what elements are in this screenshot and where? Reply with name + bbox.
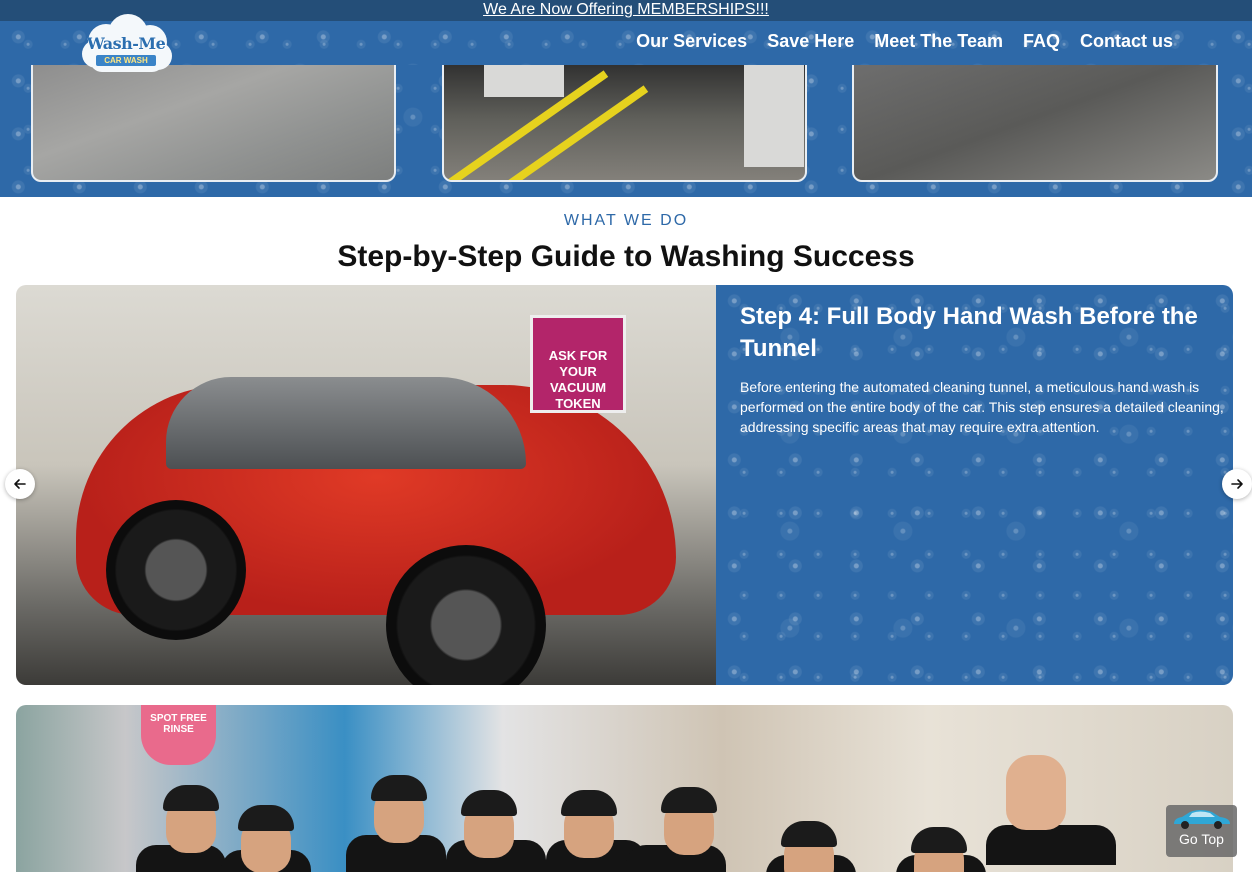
logo-subtitle: CAR WASH [96, 55, 156, 66]
brand-logo[interactable]: Wash-Me CAR WASH [76, 12, 176, 74]
carousel-prev-button[interactable] [5, 469, 35, 499]
gallery-strip [0, 55, 1252, 197]
arrow-right-icon [1231, 479, 1243, 489]
slide-text-panel: Step 4: Full Body Hand Wash Before the T… [716, 285, 1233, 685]
main-navigation: Wash-Me CAR WASH Our Services Save Here … [0, 14, 1252, 72]
slide-title: Step 4: Full Body Hand Wash Before the T… [740, 303, 1198, 362]
carousel-next-button[interactable] [1222, 469, 1252, 499]
nav-menu: Our Services Save Here Meet The Team FAQ… [636, 31, 1173, 52]
announcement-bar: We Are Now Offering MEMBERSHIPS!!! [0, 0, 1252, 21]
nav-our-services[interactable]: Our Services [636, 31, 747, 52]
slide-description: Before entering the automated cleaning t… [740, 379, 1224, 435]
section-eyebrow: WHAT WE DO [563, 212, 689, 229]
logo-wordmark: Wash-Me [86, 34, 166, 53]
nav-contact-us[interactable]: Contact us [1080, 31, 1173, 52]
car-icon [1174, 810, 1230, 829]
steps-carousel: ASK FOR YOUR VACUUM TOKEN Step 4: Full B… [16, 285, 1233, 685]
nav-faq[interactable]: FAQ [1023, 31, 1060, 52]
go-top-label: Go Top [1179, 831, 1224, 847]
announcement-link[interactable]: We Are Now Offering MEMBERSHIPS!!! [483, 1, 769, 18]
nav-save-here[interactable]: Save Here [767, 31, 854, 52]
section-title: Step-by-Step Guide to Washing Success [337, 240, 915, 273]
slide-photo: ASK FOR YOUR VACUUM TOKEN [16, 285, 716, 685]
gallery-photo-lot [31, 55, 396, 182]
gallery-photo-tunnel [442, 55, 807, 182]
vacuum-token-sign: ASK FOR YOUR VACUUM TOKEN [530, 315, 626, 413]
nav-meet-the-team[interactable]: Meet The Team [874, 31, 1003, 52]
team-photo: SPOT FREE RINSE [16, 705, 1233, 872]
go-top-button[interactable]: Go Top [1166, 805, 1237, 857]
gallery-photo-equipment [852, 55, 1218, 182]
arrow-left-icon [14, 479, 26, 489]
spot-free-rinse-sign: SPOT FREE RINSE [141, 705, 216, 765]
